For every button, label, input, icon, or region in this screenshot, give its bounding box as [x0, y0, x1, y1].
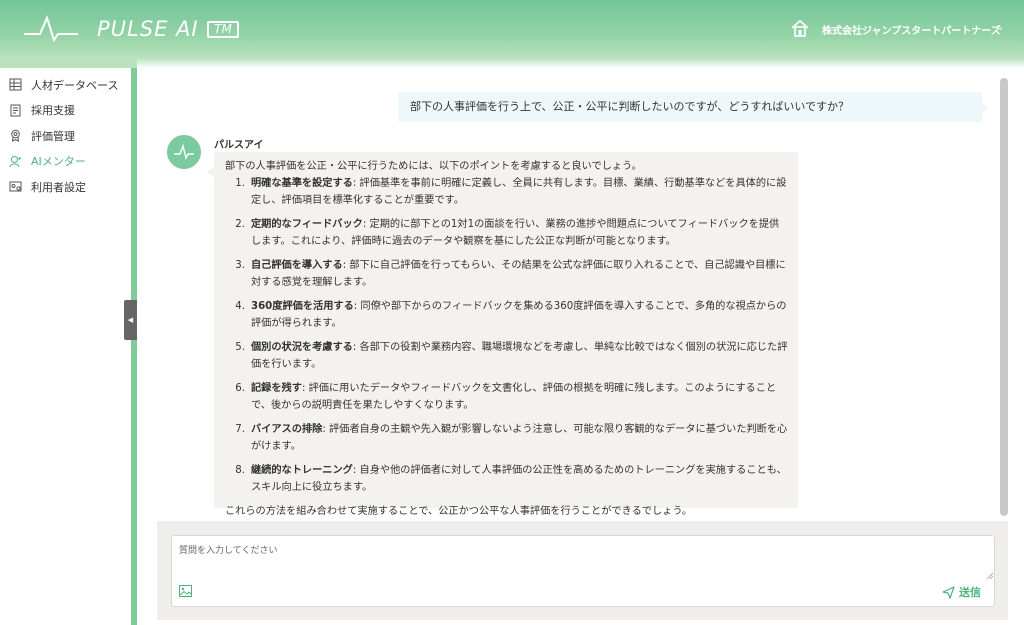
list-item: 4. 360度評価を活用する: 同僚や部下からのフィードバックを集める360度評価… — [235, 301, 787, 329]
document-icon — [10, 104, 21, 117]
question-input[interactable] — [171, 535, 995, 607]
sidebar-item-label: 利用者設定 — [31, 180, 86, 194]
bot-outro: これらの方法を組み合わせて実施することで、公正かつ公平な人事評価を行うことができ… — [225, 506, 693, 517]
list-item: 2. 定期的なフィードバック: 定期的に部下との1対1の面談を行い、業務の進捗や問… — [235, 219, 780, 247]
sidebar-item-label: 評価管理 — [31, 129, 75, 143]
sidebar-top-band — [0, 58, 137, 68]
list-item: 1. 明確な基準を設定する: 評価基準を事前に明確に定義し、全員に共有します。目標… — [235, 178, 787, 206]
bot-name: パルスアイ — [214, 140, 264, 151]
sidebar-item-evaluation[interactable]: 評価管理 — [0, 123, 130, 149]
sidebar-item-ai-mentor[interactable]: AIメンター — [0, 149, 130, 175]
chat-scrollbar[interactable] — [1000, 78, 1008, 516]
company-selector[interactable]: 株式会社ジャンプスタートパートナーズ — [822, 22, 1001, 37]
send-icon — [942, 585, 955, 599]
resize-grip-icon[interactable] — [986, 572, 994, 580]
database-icon — [9, 78, 22, 91]
brand-name: PULSE AI — [97, 17, 199, 41]
list-item: 5. 個別の状況を考慮する: 各部下の役割や業務内容、職場環境などを考慮し、単純な… — [235, 342, 788, 370]
pulse-logo-icon[interactable] — [22, 14, 80, 44]
question-input-placeholder[interactable]: 質問を入力してください — [179, 543, 277, 556]
list-item: 7. バイアスの排除: 評価者自身の主観や先入観が影響しないよう注意し、可能な限り… — [235, 424, 788, 452]
sidebar-item-label: 採用支援 — [31, 104, 75, 118]
sidebar-item-talent-database[interactable]: 人材データベース — [0, 72, 130, 98]
home-icon[interactable] — [790, 18, 810, 38]
send-button[interactable]: 送信 — [942, 584, 981, 600]
bot-message: 部下の人事評価を公正・公平に行うためには、以下のポイントを考慮すると良いでしょう… — [207, 152, 798, 517]
send-label: 送信 — [959, 586, 981, 599]
bot-avatar-icon — [167, 135, 201, 169]
mentor-icon — [9, 155, 21, 167]
main-top-band — [137, 58, 1024, 68]
sidebar-item-recruitment[interactable]: 採用支援 — [0, 98, 130, 124]
sidebar-item-label: AIメンター — [31, 155, 86, 169]
sidebar-item-user-settings[interactable]: 利用者設定 — [0, 174, 130, 200]
user-message: 部下の人事評価を行う上で、公正・公平に判断したいのですが、どうすればいいですか？ — [398, 92, 989, 122]
list-item: 6. 記録を残す: 評価に用いたデータやフィードバックを文書化し、評価の根拠を明確… — [235, 383, 777, 411]
bot-points-list: 1. 明確な基準を設定する: 評価基準を事前に明確に定義し、全員に共有します。目標… — [225, 175, 788, 496]
sidebar-item-label: 人材データベース — [31, 78, 119, 92]
sidebar-collapse-button[interactable]: ◀ — [124, 300, 137, 340]
award-icon — [11, 129, 20, 143]
user-settings-icon — [9, 181, 22, 192]
image-upload-icon[interactable] — [179, 585, 192, 597]
bot-intro: 部下の人事評価を公正・公平に行うためには、以下のポイントを考慮すると良いでしょう… — [225, 161, 642, 172]
chevron-down-icon[interactable]: ⌄ — [996, 22, 1004, 33]
trademark-badge: TM — [207, 21, 239, 38]
list-item: 3. 自己評価を導入する: 部下に自己評価を行ってもらい、その結果を公式な評価に取… — [235, 260, 786, 288]
sidebar-nav: 人材データベース 採用支援 評価管理 AIメンター 利用者設定 — [0, 72, 130, 200]
list-item: 8. 継続的なトレーニング: 自身や他の評価者に対して人事評価の公正性を高めるため… — [235, 465, 787, 493]
